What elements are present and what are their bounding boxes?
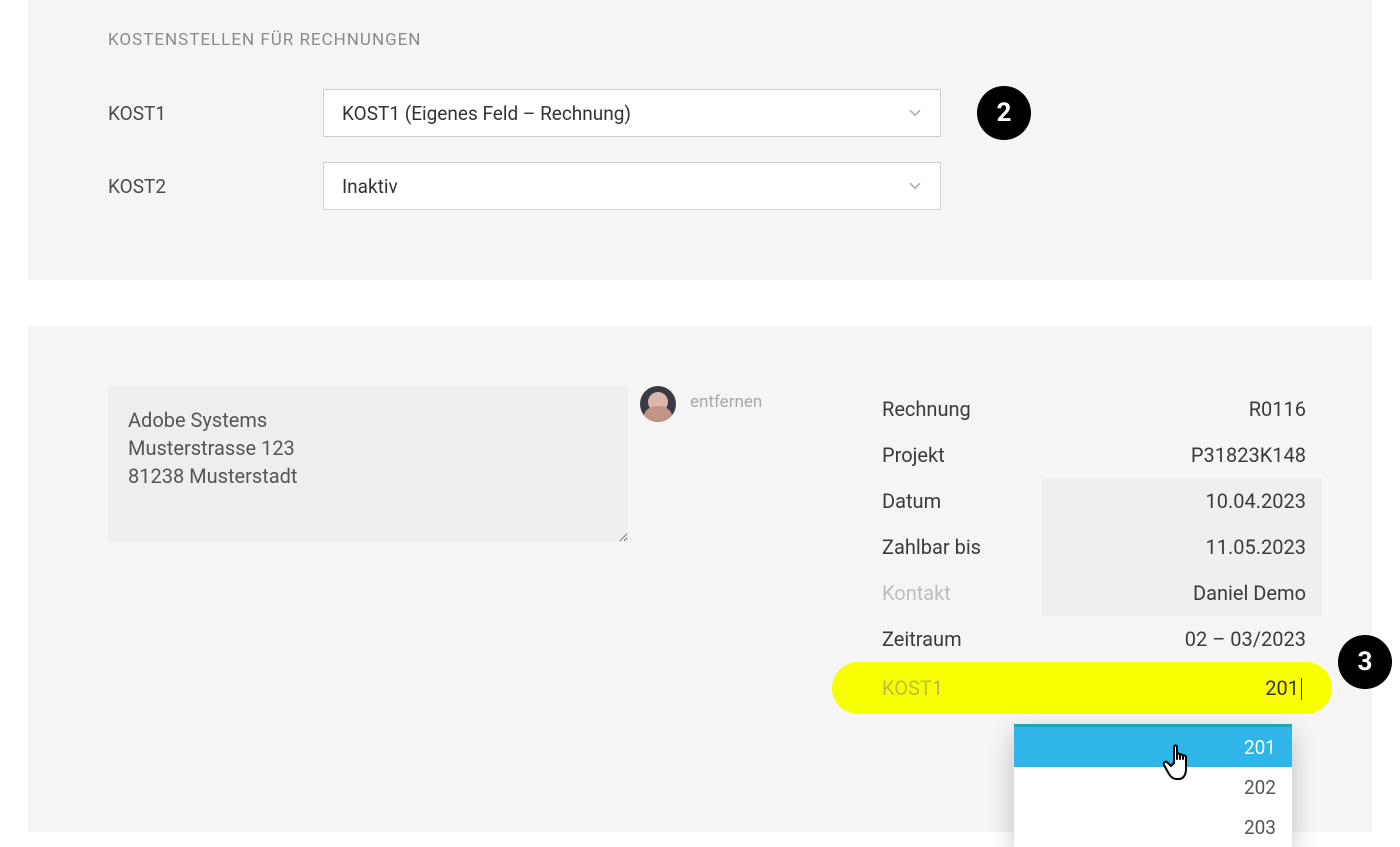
meta-label: Projekt bbox=[882, 443, 945, 467]
kost2-label: KOST2 bbox=[108, 175, 323, 198]
meta-value: 02 – 03/2023 bbox=[1185, 627, 1306, 651]
kost1-input[interactable] bbox=[1179, 676, 1299, 700]
dropdown-option[interactable]: 203 bbox=[1014, 807, 1292, 847]
kost1-input-wrap bbox=[1179, 676, 1302, 701]
panel-gap bbox=[0, 280, 1400, 326]
meta-row-zahlbar[interactable]: Zahlbar bis 11.05.2023 bbox=[872, 524, 1322, 570]
invoice-panel: entfernen Rechnung R0116 Projekt P31823K… bbox=[28, 326, 1372, 832]
kost2-select[interactable]: Inaktiv bbox=[323, 162, 941, 210]
avatar bbox=[640, 386, 676, 422]
meta-label: Datum bbox=[882, 489, 941, 513]
meta-row-zeitraum: Zeitraum 02 – 03/2023 bbox=[872, 616, 1322, 662]
kost1-label: KOST1 bbox=[108, 102, 323, 125]
remove-contact-link[interactable]: entfernen bbox=[690, 392, 762, 412]
meta-row-kost1[interactable]: KOST1 bbox=[832, 662, 1332, 714]
kost1-select[interactable]: KOST1 (Eigenes Feld – Rechnung) bbox=[323, 89, 941, 137]
meta-label: Rechnung bbox=[882, 397, 971, 421]
meta-value: Daniel Demo bbox=[1193, 581, 1306, 605]
kost1-row: KOST1 KOST1 (Eigenes Feld – Rechnung) 2 bbox=[108, 86, 1292, 140]
meta-row-kontakt[interactable]: Kontakt Daniel Demo bbox=[872, 570, 1322, 616]
meta-row-projekt: Projekt P31823K148 bbox=[872, 432, 1322, 478]
cost-center-settings-panel: KOSTENSTELLEN FÜR RECHNUNGEN KOST1 KOST1… bbox=[28, 0, 1372, 280]
meta-value: P31823K148 bbox=[1191, 443, 1306, 467]
kost1-select-value: KOST1 (Eigenes Feld – Rechnung) bbox=[342, 102, 631, 125]
chevron-down-icon bbox=[906, 177, 924, 195]
step-badge-2: 2 bbox=[977, 86, 1031, 140]
meta-row-datum[interactable]: Datum 10.04.2023 bbox=[872, 478, 1322, 524]
meta-value: 10.04.2023 bbox=[1206, 489, 1306, 513]
address-textarea[interactable] bbox=[108, 386, 628, 542]
dropdown-option[interactable]: 201 bbox=[1014, 727, 1292, 767]
meta-value: 11.05.2023 bbox=[1206, 535, 1306, 559]
meta-row-rechnung: Rechnung R0116 bbox=[872, 386, 1322, 432]
kost2-row: KOST2 Inaktiv bbox=[108, 162, 1292, 210]
text-caret bbox=[1301, 678, 1302, 700]
meta-label: Zeitraum bbox=[882, 627, 962, 651]
kost2-select-value: Inaktiv bbox=[342, 175, 398, 198]
dropdown-option[interactable]: 202 bbox=[1014, 767, 1292, 807]
step-badge-3: 3 bbox=[1338, 635, 1392, 689]
meta-value: R0116 bbox=[1249, 397, 1306, 421]
kost1-dropdown[interactable]: 201 202 203 bbox=[1014, 724, 1292, 847]
section-title: KOSTENSTELLEN FÜR RECHNUNGEN bbox=[108, 30, 1292, 50]
meta-label: KOST1 bbox=[882, 676, 943, 700]
contact-avatar-block: entfernen bbox=[640, 386, 762, 542]
chevron-down-icon bbox=[906, 104, 924, 122]
meta-label: Kontakt bbox=[882, 581, 951, 605]
invoice-meta-table: Rechnung R0116 Projekt P31823K148 Datum … bbox=[872, 386, 1322, 714]
meta-label: Zahlbar bis bbox=[882, 535, 981, 559]
